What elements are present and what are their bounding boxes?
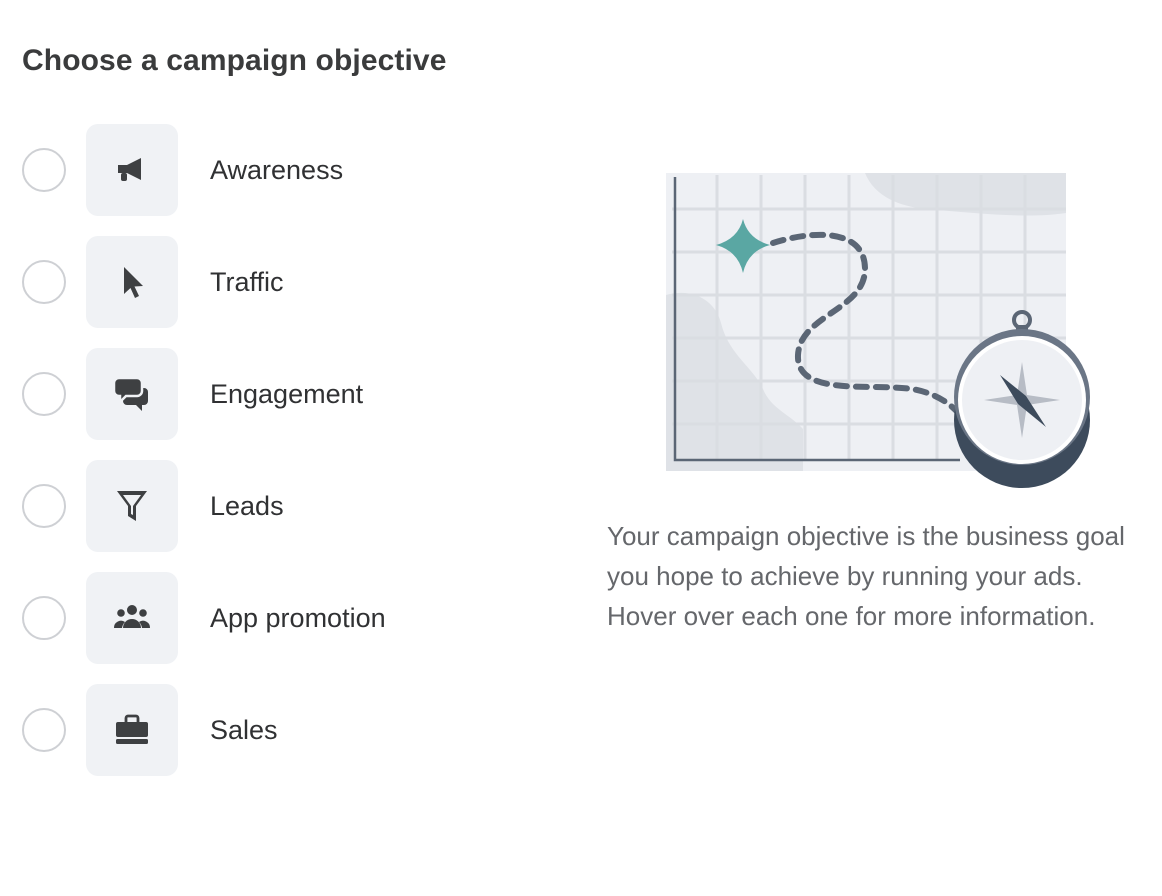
megaphone-icon xyxy=(86,124,178,216)
objective-option-sales[interactable]: Sales xyxy=(22,684,542,776)
traffic-radio[interactable] xyxy=(22,260,66,304)
objective-list: Awareness Traffic Engagement Leads App p… xyxy=(22,124,542,796)
objective-option-traffic[interactable]: Traffic xyxy=(22,236,542,328)
page-title: Choose a campaign objective xyxy=(22,44,447,77)
engagement-label: Engagement xyxy=(210,378,364,409)
sales-label: Sales xyxy=(210,714,278,745)
people-icon xyxy=(86,572,178,664)
engagement-radio[interactable] xyxy=(22,372,66,416)
awareness-label: Awareness xyxy=(210,154,344,185)
objective-option-awareness[interactable]: Awareness xyxy=(22,124,542,216)
cursor-icon xyxy=(86,236,178,328)
funnel-icon xyxy=(86,460,178,552)
app-promotion-label: App promotion xyxy=(210,602,386,633)
awareness-radio[interactable] xyxy=(22,148,66,192)
sales-radio[interactable] xyxy=(22,708,66,752)
objective-option-engagement[interactable]: Engagement xyxy=(22,348,542,440)
map-compass-illustration xyxy=(666,173,1090,488)
app-promotion-radio[interactable] xyxy=(22,596,66,640)
shopping-bag-icon xyxy=(86,684,178,776)
objective-option-leads[interactable]: Leads xyxy=(22,460,542,552)
traffic-label: Traffic xyxy=(210,266,284,297)
leads-label: Leads xyxy=(210,490,284,521)
leads-radio[interactable] xyxy=(22,484,66,528)
chat-bubbles-icon xyxy=(86,348,178,440)
objective-description: Your campaign objective is the business … xyxy=(607,521,1125,631)
objective-option-app-promotion[interactable]: App promotion xyxy=(22,572,542,664)
